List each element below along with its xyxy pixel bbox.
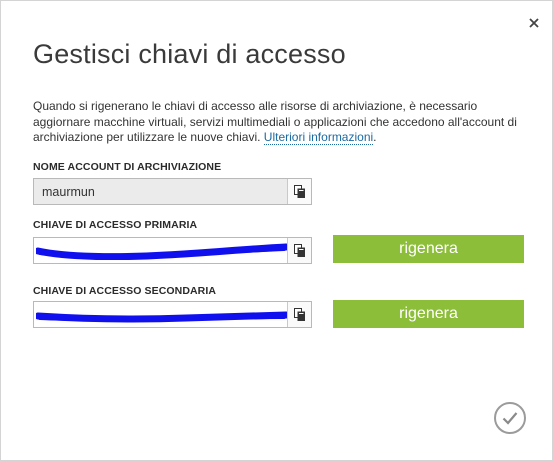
primary-key-field[interactable] bbox=[33, 237, 312, 264]
secondary-key-field[interactable] bbox=[33, 301, 312, 328]
copy-account-name-button[interactable] bbox=[287, 179, 311, 204]
more-info-link[interactable]: Ulteriori informazioni bbox=[263, 130, 374, 145]
dialog-description: Quando si rigenerano le chiavi di access… bbox=[33, 99, 517, 145]
copy-secondary-key-button[interactable] bbox=[287, 302, 311, 327]
secondary-key-label: CHIAVE DI ACCESSO SECONDARIA bbox=[33, 285, 217, 297]
account-name-label: NOME ACCOUNT DI ARCHIVIAZIONE bbox=[33, 161, 222, 173]
copy-icon bbox=[293, 243, 305, 257]
account-name-field[interactable]: maurmun bbox=[33, 178, 312, 205]
secondary-key-redaction bbox=[36, 311, 288, 323]
manage-access-keys-dialog: Gestisci chiavi di accesso Quando si rig… bbox=[0, 0, 553, 461]
close-icon bbox=[529, 18, 539, 28]
copy-icon bbox=[293, 307, 305, 321]
primary-key-label: CHIAVE DI ACCESSO PRIMARIA bbox=[33, 219, 198, 231]
primary-key-redaction bbox=[36, 243, 288, 260]
account-name-value: maurmun bbox=[42, 185, 95, 199]
copy-primary-key-button[interactable] bbox=[287, 238, 311, 263]
checkmark-icon bbox=[502, 412, 518, 425]
close-button[interactable] bbox=[524, 13, 544, 33]
copy-icon bbox=[293, 184, 305, 198]
regenerate-secondary-button[interactable]: rigenera bbox=[333, 300, 524, 328]
regenerate-primary-button[interactable]: rigenera bbox=[333, 235, 524, 263]
confirm-button[interactable] bbox=[494, 402, 526, 434]
dialog-title: Gestisci chiavi di accesso bbox=[33, 39, 346, 69]
